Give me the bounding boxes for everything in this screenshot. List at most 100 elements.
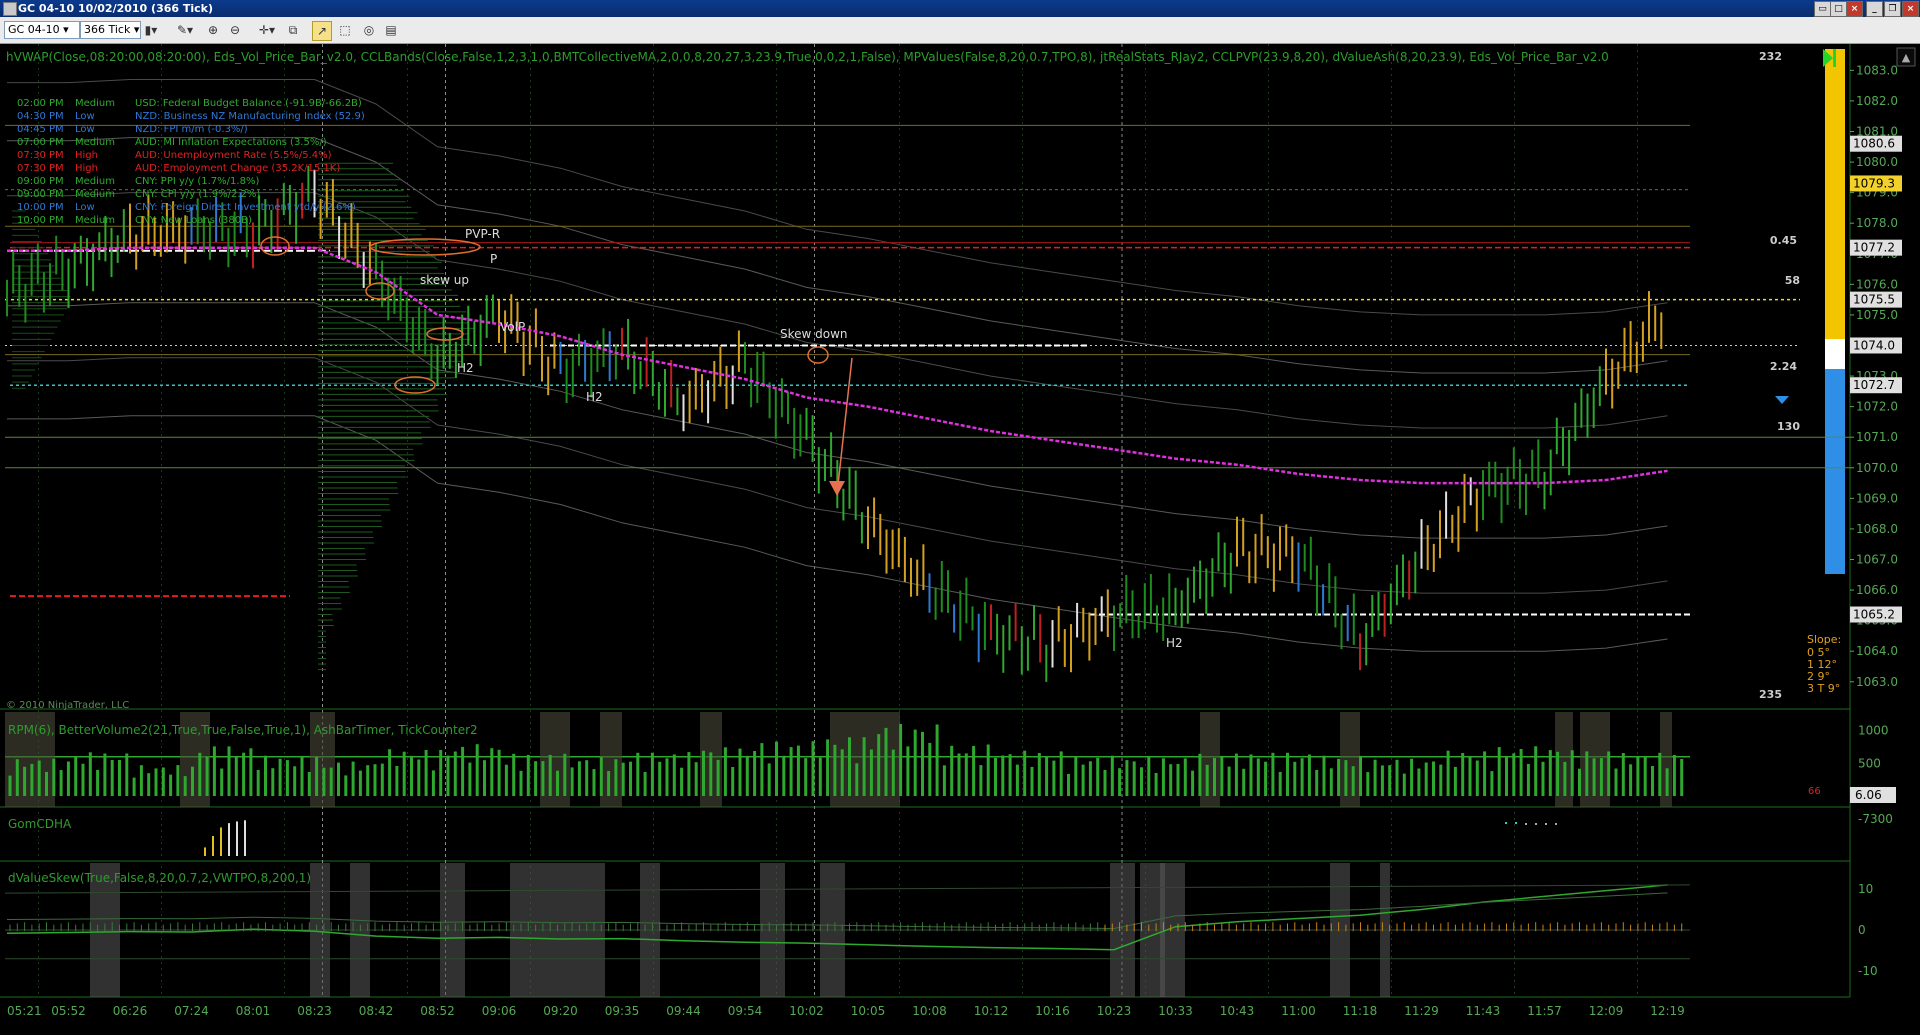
minimize-icon[interactable]: _ [1866,1,1883,17]
news-text: CNY: PPI y/y (1.7%/1.8%) [135,176,259,187]
news-text: CNY: New Loans (380B) [135,215,252,226]
band-line [7,192,1668,429]
news-time: 04:30 PM [17,111,64,122]
volume-shade [1340,712,1360,807]
data-box-icon[interactable]: ▤ [382,21,400,39]
price-tick: 1083.0 [1856,63,1898,77]
time-label: 10:08 [912,1004,947,1018]
window-titlebar: GC 04-10 10/02/2010 (366 Tick) ▭ □ × _ ❐… [0,0,1920,17]
strategies-icon[interactable]: ⬚ [336,21,354,39]
annotation-label: skew up [420,273,469,287]
price-box-label: 1077.2 [1853,241,1895,255]
news-impact: Medium [75,176,115,187]
news-impact: Medium [75,137,115,148]
time-label: 10:05 [851,1004,886,1018]
skew-tick-label: 10 [1858,882,1873,896]
annotation-label: H2 [457,361,474,375]
price-chart-svg[interactable]: ▲ PVP-R Pskew up VolP H2 H2 Skew down H2 0.45 58… [0,44,1920,1031]
axis-bar-lower [1825,369,1845,574]
annotation-label: H2 [1166,636,1183,650]
time-label: 11:29 [1404,1004,1439,1018]
news-time: 07:30 PM [17,150,64,161]
annotation-label: Skew down [780,327,848,341]
time-label: 05:52 [51,1004,86,1018]
news-time: 07:30 PM [17,163,64,174]
time-label: 07:24 [174,1004,209,1018]
top-right-value: 232 [1759,50,1782,63]
copyright-text: © 2010 NinjaTrader, LLC [6,700,129,711]
draw-pencil-icon[interactable]: ✎▾ [176,21,194,39]
news-impact: Medium [75,215,115,226]
crosshair-icon[interactable]: ✛▾ [258,21,276,39]
panel2-label: RPM(6), BetterVolume2(21,True,True,False… [8,723,478,737]
time-axis: 05:21 05:52 06:26 07:24 08:01 08:23 08:42 08:52… [7,1004,1685,1018]
news-text: AUD: Unemployment Rate (5.5%/5.4%) [135,150,332,161]
price-tick: 1082.0 [1856,94,1898,108]
cdha-dot [1535,823,1537,825]
time-label: 08:23 [297,1004,332,1018]
skew-tick-label: -10 [1858,964,1878,978]
close-icon[interactable]: × [1902,1,1919,17]
panel-restore-icon[interactable]: ▭ [1814,1,1831,17]
price-tick: 1078.0 [1856,216,1898,230]
news-impact: Medium [75,98,115,109]
instrument-select[interactable]: GC 04-10 ▾ [4,21,80,39]
news-time: 02:00 PM [17,98,64,109]
price-box-label: 1072.7 [1853,378,1895,392]
news-impact: Low [75,124,95,135]
annotation-label: PVP-R [465,227,500,241]
instrument-label: GC 04-10 [8,23,60,36]
volume-value: 6.06 [1855,788,1882,802]
news-text: NZD: Business NZ Manufacturing Index (52… [135,111,365,122]
skew-tick-label: 0 [1858,923,1866,937]
vwap-path [7,246,1668,485]
news-impact: High [75,150,98,161]
cdha-dot [1555,823,1557,825]
time-label: 09:06 [482,1004,517,1018]
price-tick: 1066.0 [1856,583,1898,597]
interval-select[interactable]: 366 Tick ▾ [80,21,141,39]
news-impact: High [75,163,98,174]
app-icon [3,2,17,16]
panel3-label: GomCDHA [8,817,72,831]
price-box-label: 1079.3 [1853,176,1895,190]
time-label: 09:44 [666,1004,701,1018]
panel-close-icon[interactable]: × [1846,1,1863,17]
panel-max-icon[interactable]: □ [1830,1,1847,17]
news-overlay: 02:00 PM Medium USD: Federal Budget Balanc… [17,98,365,226]
band-line [7,415,1668,652]
properties-icon[interactable]: ⧉ [284,21,302,39]
news-text: AUD: MI Inflation Expectations (3.5%/) [135,137,327,148]
down-triangle-icon [1775,396,1789,404]
price-tick: 1068.0 [1856,522,1898,536]
news-text: CNY: CPI y/y (1.9%/2.2%) [135,189,260,200]
slope-row: 3 T 9° [1807,682,1840,695]
price-tick: 1072.0 [1856,400,1898,414]
price-tick: 1067.0 [1856,552,1898,566]
indicators-icon[interactable]: ↗ [312,21,332,41]
time-label: 08:52 [420,1004,455,1018]
zoom-out-icon[interactable]: ⊖ [226,21,244,39]
time-label: 10:33 [1158,1004,1193,1018]
annotation-circle [260,236,290,256]
chart-trader-icon[interactable]: ◎ [360,21,378,39]
cdha-dot [1505,822,1507,824]
cdha-dot [1545,823,1547,825]
restore-icon[interactable]: ❐ [1884,1,1901,17]
volume-shade [1200,712,1220,807]
chart-annotations: PVP-R Pskew up VolP H2 H2 Skew down H2 0.45 58 2.… [260,227,1841,695]
price-tick: 1076.0 [1856,277,1898,291]
time-label: 12:09 [1589,1004,1624,1018]
axis-bar-middle [1825,339,1845,369]
annotation-label: H2 [586,390,603,404]
interval-label: 366 Tick [84,23,131,36]
time-label: 11:57 [1527,1004,1562,1018]
zoom-in-icon[interactable]: ⊕ [204,21,222,39]
axis-bar-upper [1825,49,1845,339]
chart-area[interactable]: ▲ PVP-R Pskew up VolP H2 H2 Skew down H2 0.45 58… [0,44,1920,1031]
price-box-label: 1075.5 [1853,293,1895,307]
time-gridlines [38,44,1638,997]
bar-type-icon[interactable]: ▮▾ [142,21,160,39]
window-title: GC 04-10 10/02/2010 (366 Tick) [18,2,213,15]
axis-scroll-arrow-icon: ▲ [1902,51,1911,64]
